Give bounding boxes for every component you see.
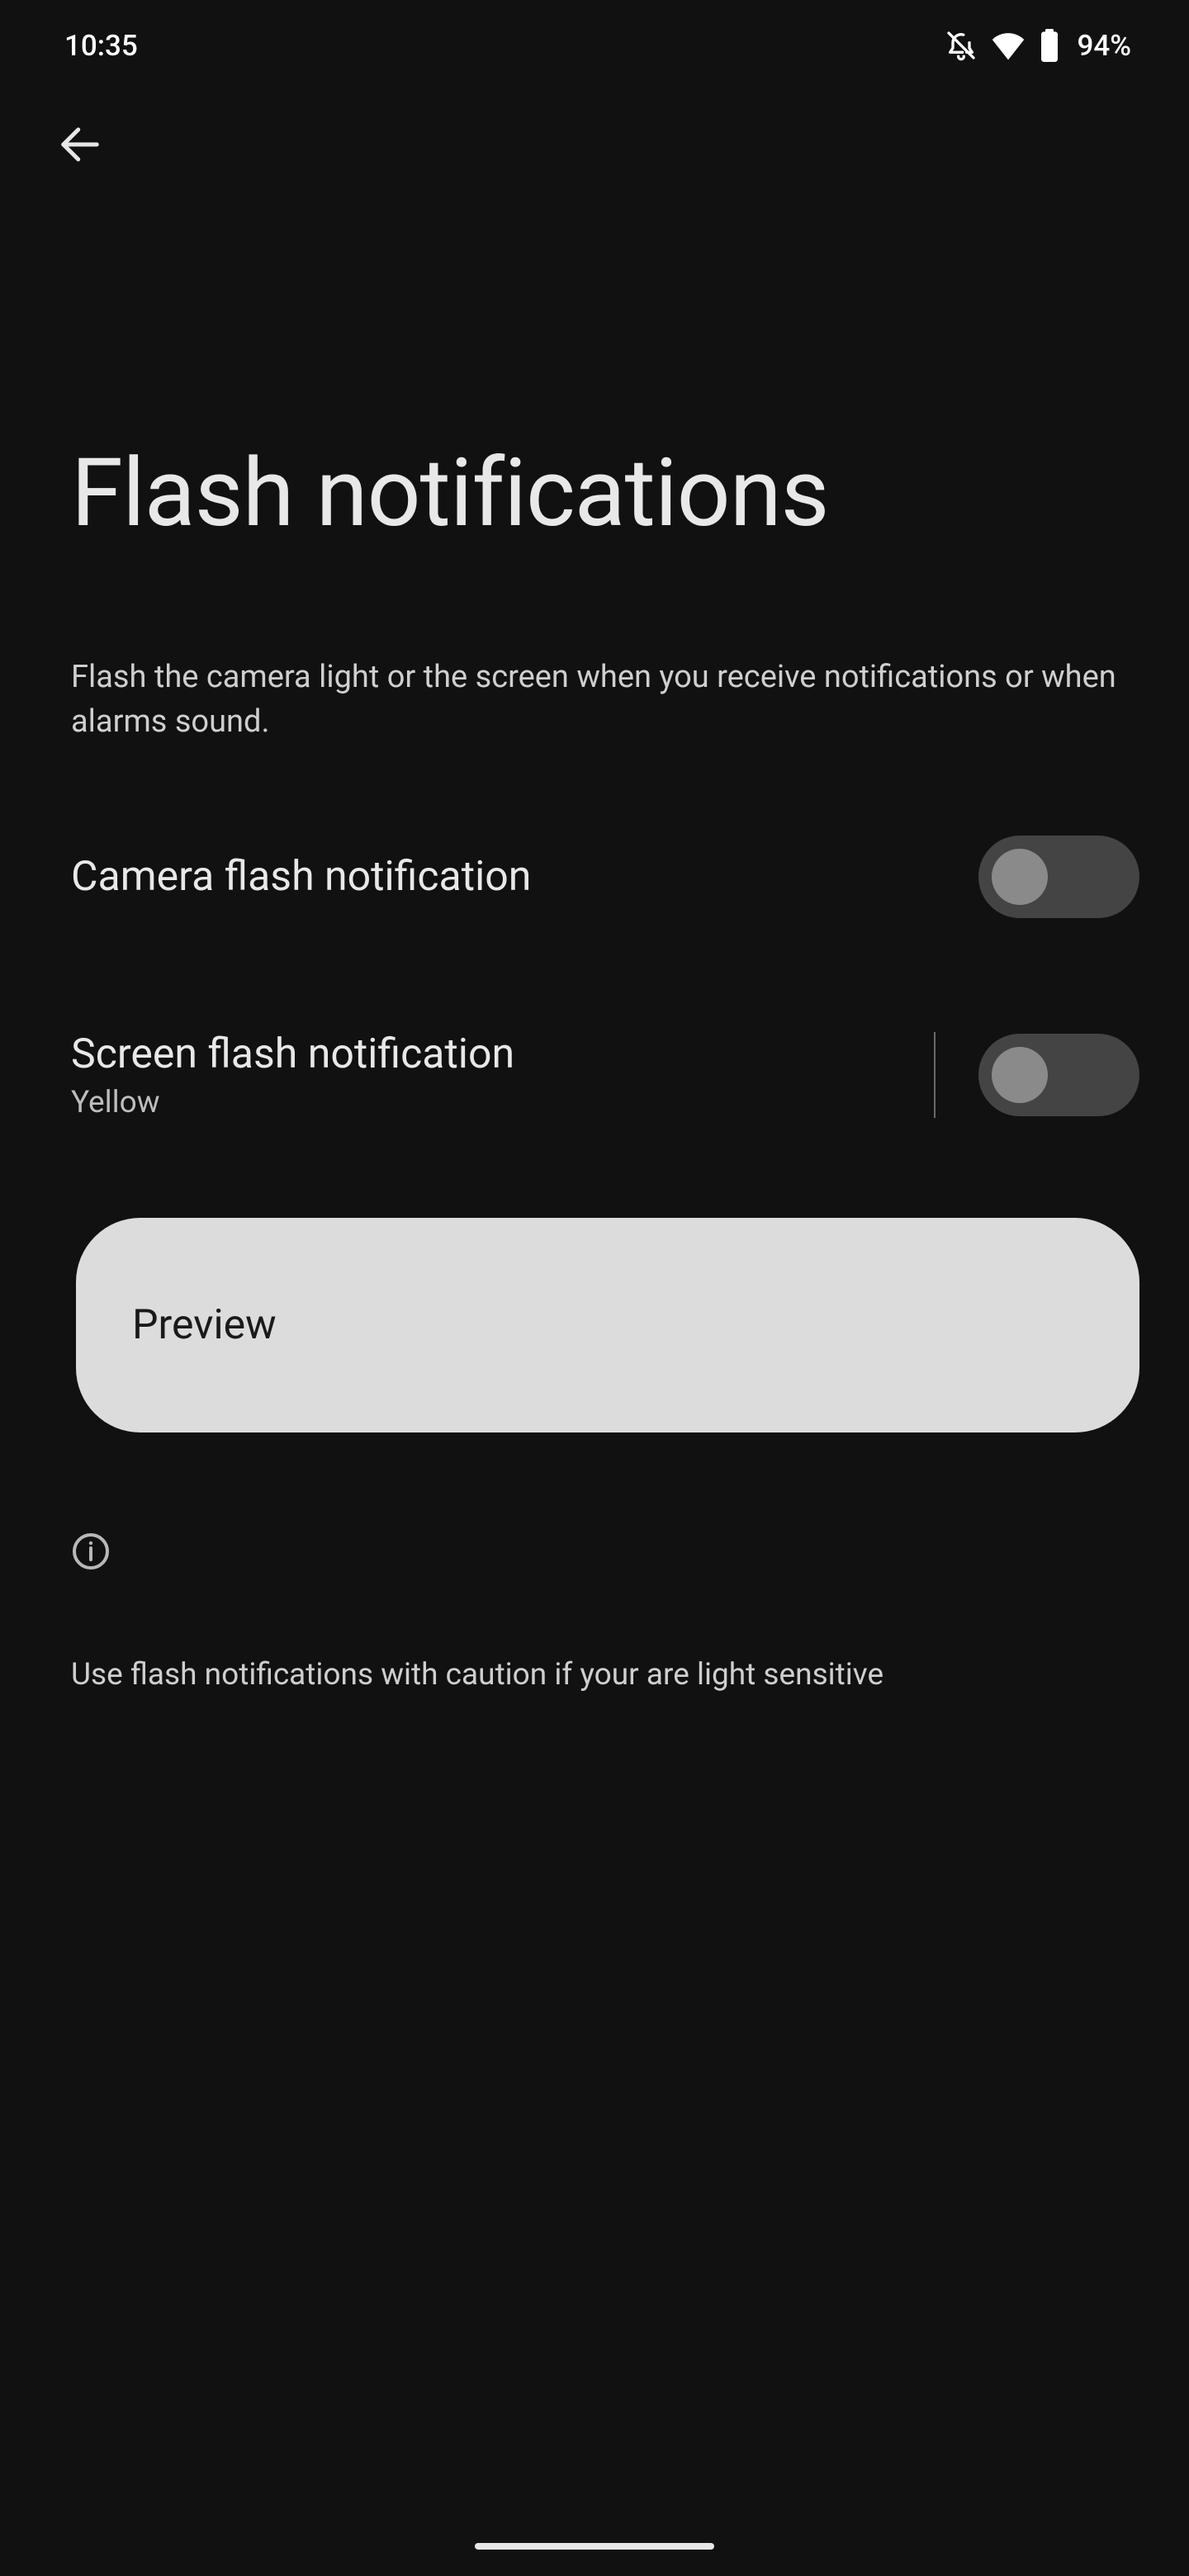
status-icons: 94% (945, 29, 1131, 63)
app-bar (0, 91, 1189, 198)
preview-button-label: Preview (132, 1301, 277, 1349)
screen-flash-label: Screen flash notification (71, 1030, 514, 1078)
wifi-icon (991, 31, 1026, 60)
toggle-knob (992, 849, 1048, 905)
page-title: Flash notifications (0, 198, 1189, 548)
camera-flash-label: Camera flash notification (71, 853, 531, 901)
page-description: Flash the camera light or the screen whe… (0, 548, 1189, 745)
caution-block: Use flash notifications with caution if … (0, 1432, 1189, 1693)
info-icon (71, 1532, 1118, 1574)
nav-handle[interactable] (475, 2543, 714, 2550)
caution-text: Use flash notifications with caution if … (71, 1657, 1118, 1693)
battery-percentage: 94% (1077, 29, 1131, 63)
screen-flash-toggle[interactable] (978, 1034, 1139, 1116)
arrow-left-icon (58, 122, 102, 167)
battery-icon (1039, 29, 1060, 62)
preview-button[interactable]: Preview (76, 1218, 1139, 1432)
status-bar: 10:35 94% (0, 0, 1189, 91)
screen-flash-sub: Yellow (71, 1085, 514, 1120)
dnd-off-icon (945, 29, 978, 62)
screen-flash-row[interactable]: Screen flash notification Yellow (0, 979, 1189, 1172)
toggle-knob (992, 1047, 1048, 1103)
status-time: 10:35 (64, 29, 138, 63)
row-divider (934, 1032, 936, 1118)
camera-flash-toggle[interactable] (978, 836, 1139, 918)
camera-flash-row[interactable]: Camera flash notification (0, 784, 1189, 969)
back-button[interactable] (51, 116, 109, 173)
